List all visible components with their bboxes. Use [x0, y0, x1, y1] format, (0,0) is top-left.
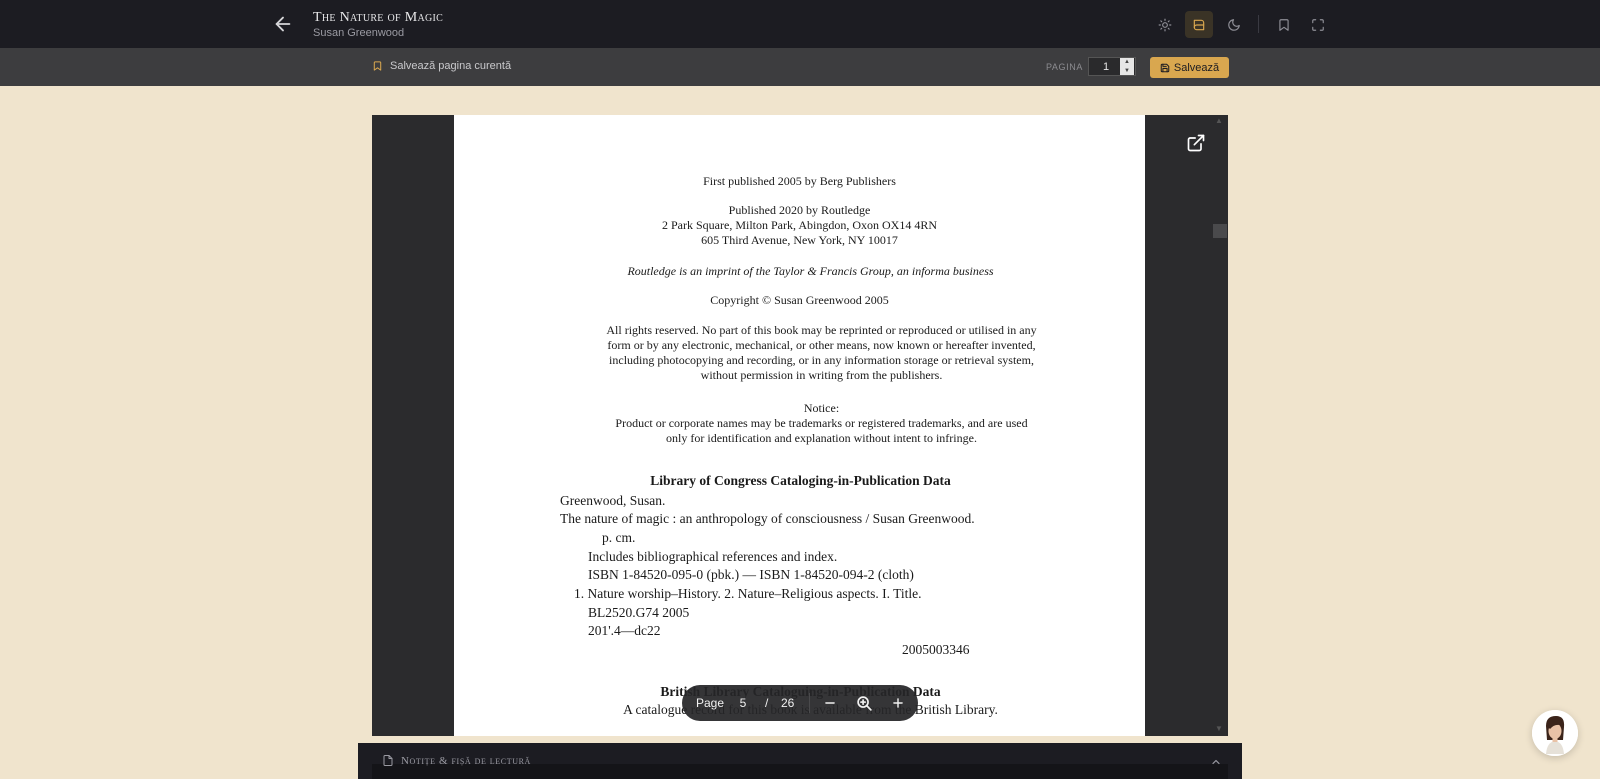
pdf-text-line: without permission in writing from the p… [700, 368, 943, 382]
save-button-label: Salvează [1173, 61, 1220, 74]
page-navigation-toolbar: Page 5 / 26 [682, 685, 918, 721]
pdf-text-line: Published 2020 by Routledge [728, 203, 871, 217]
zoom-icon [856, 695, 872, 711]
dark-theme-button[interactable] [1220, 11, 1248, 38]
scroll-up-arrow[interactable]: ▲ [1215, 116, 1223, 125]
moon-icon [1228, 18, 1240, 31]
page-save-bar: Salvează pagina curentă PAGINA ▲ ▼ Salve… [0, 48, 1600, 86]
pdf-page: First published 2005 by Berg Publishers … [454, 115, 1145, 736]
external-link-icon [1187, 134, 1205, 152]
pdf-text-line: 201'.4—dc22 [588, 623, 661, 638]
bookmark-button[interactable] [1270, 11, 1298, 38]
save-button[interactable]: Salvează [1150, 57, 1229, 78]
chevron-down-icon[interactable]: ▼ [1124, 68, 1130, 74]
pdf-text-line: Copyright © Susan Greenwood 2005 [710, 293, 889, 307]
pdf-text-line: Includes bibliographical references and … [588, 549, 838, 564]
notes-panel-toggle[interactable]: Notițe & fișă de lectură [382, 754, 531, 767]
book-author: Susan Greenwood [313, 27, 405, 39]
page-separator: / [765, 696, 769, 710]
current-page-number[interactable]: 5 [734, 696, 752, 710]
total-pages: 26 [781, 696, 795, 710]
book-icon [1193, 19, 1205, 30]
save-icon [1160, 63, 1170, 72]
toolbar-divider [1258, 15, 1259, 33]
notes-panel-title: Notițe & fișă de lectură [401, 754, 531, 767]
bookmark-icon [373, 61, 382, 71]
scroll-down-arrow[interactable]: ▼ [1215, 724, 1223, 733]
pdf-text-line: Notice: [803, 401, 840, 415]
sun-icon [1158, 18, 1172, 31]
page-toolbar-label: Page [696, 696, 725, 710]
pdf-text-line: form or by any electronic, mechanical, o… [607, 338, 1036, 352]
open-external-button[interactable] [1186, 133, 1208, 155]
page-number-stepper[interactable]: ▲ ▼ [1120, 58, 1134, 75]
save-current-page-link[interactable]: Salvează pagina curentă [372, 60, 511, 72]
pdf-text-line: 2005003346 [902, 642, 970, 657]
notes-panel: Notițe & fișă de lectură [358, 743, 1242, 779]
zoom-reset-button[interactable] [854, 693, 874, 713]
avatar-portrait-icon [1532, 710, 1578, 756]
fullscreen-button[interactable] [1304, 11, 1332, 38]
fullscreen-icon [1312, 18, 1324, 31]
bookmark-icon [1279, 18, 1289, 31]
minus-icon [825, 702, 835, 704]
pdf-text-line: The nature of magic : an anthropology of… [560, 511, 975, 526]
scrollbar-thumb[interactable] [1213, 224, 1227, 238]
light-theme-button[interactable] [1151, 11, 1179, 38]
top-bar: The Nature of Magic Susan Greenwood [0, 0, 1600, 48]
zoom-out-button[interactable] [820, 693, 840, 713]
pdf-text-line: including photocopying and recording, or… [609, 353, 1034, 367]
pdf-text-line: Routledge is an imprint of the Taylor & … [627, 264, 994, 278]
pdf-text-line: Product or corporate names may be tradem… [615, 416, 1028, 430]
chevron-up-icon [1212, 759, 1220, 765]
sepia-theme-button[interactable] [1185, 11, 1213, 38]
pdf-text-line: ISBN 1-84520-095-0 (pbk.) — ISBN 1-84520… [588, 567, 914, 582]
pdf-text-line: 1. Nature worship–History. 2. Nature–Rel… [574, 586, 922, 601]
pdf-text-line: Greenwood, Susan. [560, 493, 666, 508]
save-current-page-label: Salvează pagina curentă [390, 60, 512, 72]
toolbar-divider [809, 693, 810, 713]
pdf-text-line: BL2520.G74 2005 [588, 605, 690, 620]
pdf-heading: Library of Congress Cataloging-in-Public… [650, 473, 951, 488]
book-title: The Nature of Magic [313, 10, 444, 25]
pdf-text-line: only for identification and explanation … [666, 431, 977, 445]
plus-icon [893, 698, 903, 708]
pdf-text-line: 2 Park Square, Milton Park, Abingdon, Ox… [662, 218, 937, 232]
page-label: PAGINA [1046, 62, 1083, 72]
pdf-text-line: 605 Third Avenue, New York, NY 10017 [701, 233, 898, 247]
pdf-text-line: First published 2005 by Berg Publishers [703, 174, 896, 188]
pdf-text-line: All rights reserved. No part of this boo… [606, 323, 1037, 337]
chevron-up-icon[interactable]: ▲ [1124, 59, 1130, 65]
back-button[interactable] [272, 13, 294, 35]
zoom-in-button[interactable] [888, 693, 908, 713]
expand-notes-button[interactable] [1210, 755, 1222, 767]
file-icon [383, 755, 393, 766]
pdf-text-line: p. cm. [602, 530, 636, 545]
pdf-viewer[interactable]: First published 2005 by Berg Publishers … [372, 115, 1228, 736]
arrow-left-icon [275, 16, 291, 32]
assistant-avatar-button[interactable] [1532, 710, 1578, 756]
